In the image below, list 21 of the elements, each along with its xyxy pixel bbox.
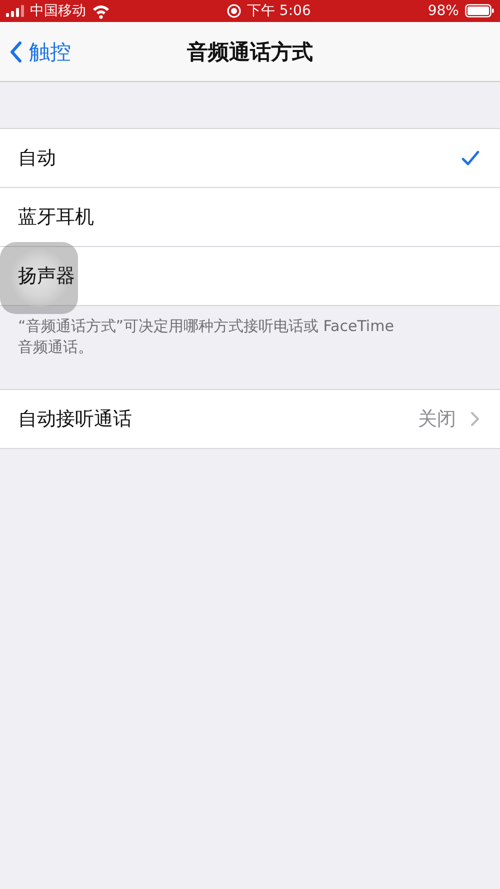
battery-icon: [464, 4, 494, 18]
carrier-name: 中国移动: [30, 2, 86, 20]
back-chevron-icon: [10, 40, 23, 62]
record-icon: [226, 4, 241, 18]
page-title: 音频通话方式: [187, 38, 313, 66]
clock-time: 下午 5:06: [246, 2, 311, 20]
option-label: 扬声器: [18, 264, 75, 289]
setting-value: 关闭: [418, 407, 456, 432]
battery-percent: 98%: [428, 3, 459, 19]
chevron-right-icon: [470, 411, 480, 427]
signal-icon: [6, 5, 24, 17]
wifi-icon: [92, 4, 110, 18]
option-row[interactable]: 自动: [0, 129, 500, 188]
assistive-touch-menu[interactable]: [0, 242, 78, 314]
option-row[interactable]: 蓝牙耳机: [0, 188, 500, 247]
setting-label: 自动接听通话: [18, 407, 132, 432]
back-button[interactable]: 触控: [0, 38, 71, 66]
setting-row[interactable]: 自动接听通话 关闭: [0, 390, 500, 448]
footer-note: “音频通话方式”可决定用哪种方式接听电话或 FaceTime 音频通话。: [17, 316, 395, 358]
option-label: 蓝牙耳机: [18, 205, 94, 230]
option-label: 自动: [18, 146, 56, 171]
